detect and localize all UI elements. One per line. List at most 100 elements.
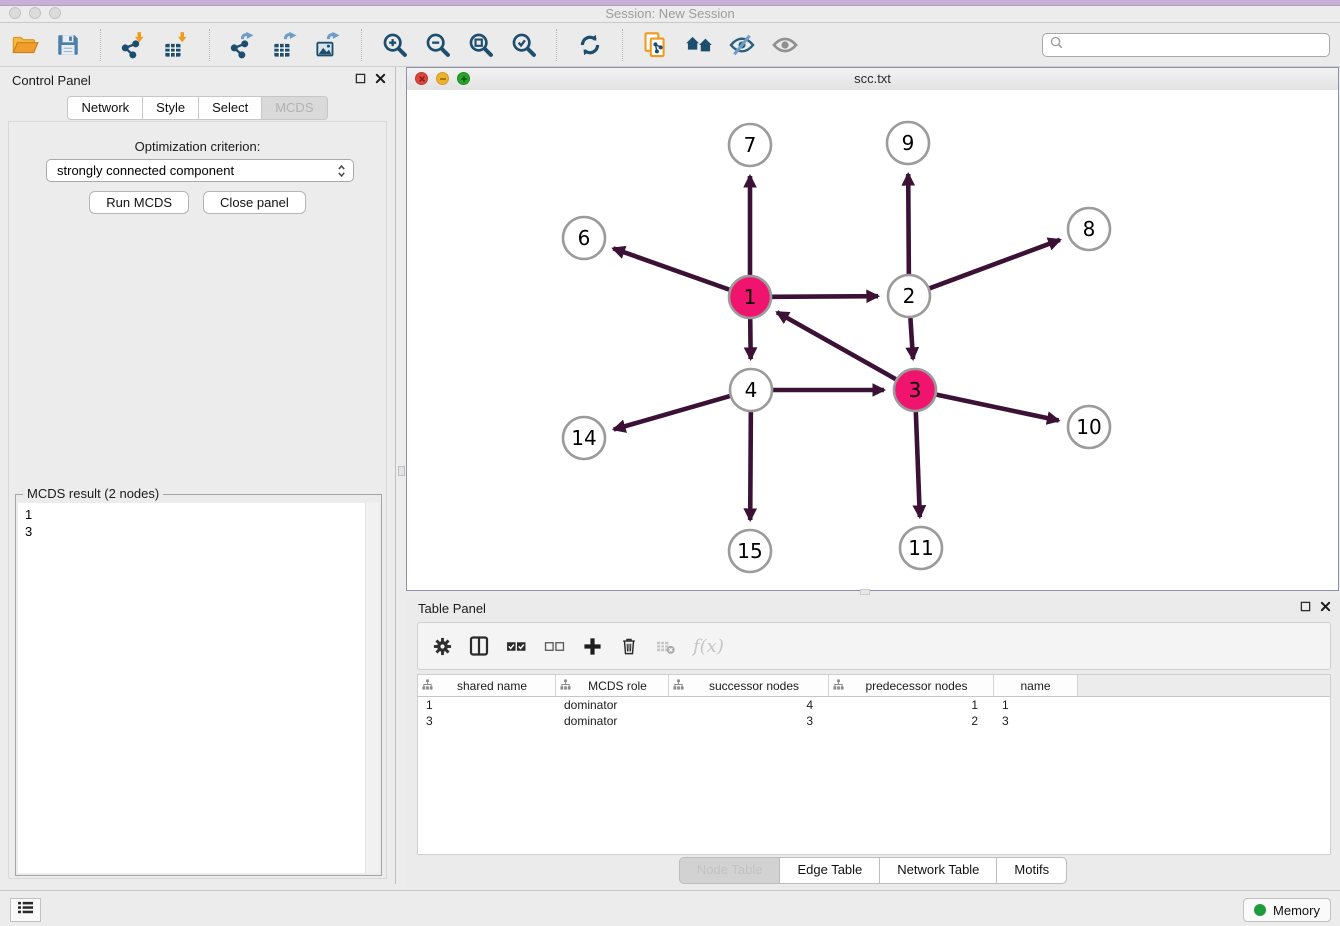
save-session-icon[interactable] [53, 29, 83, 61]
edge-1-2[interactable] [772, 296, 878, 297]
mcds-result-box: MCDS result (2 nodes) 13 [15, 494, 382, 876]
search-icon [1050, 36, 1063, 54]
table-panel: Table Panel f(x) shared nameMCDS rolesuc… [406, 595, 1340, 889]
close-panel-icon[interactable] [375, 73, 386, 84]
close-panel-button[interactable]: Close panel [203, 191, 306, 214]
tab-mcds[interactable]: MCDS [261, 96, 327, 120]
show-graphics-icon[interactable] [770, 29, 800, 61]
node-table: shared nameMCDS rolesuccessor nodesprede… [417, 674, 1331, 855]
toolbar-separator [100, 29, 102, 61]
column-tree-icon [422, 679, 433, 693]
table-cell: 1 [418, 697, 556, 713]
tab-network-table[interactable]: Network Table [879, 857, 997, 884]
main-toolbar [0, 23, 1340, 67]
zoom-fit-icon[interactable] [466, 29, 496, 61]
float-table-panel-icon[interactable] [1300, 601, 1311, 612]
edge-1-6[interactable] [613, 248, 729, 289]
hide-details-icon[interactable] [727, 29, 757, 61]
window-title: Session: New Session [0, 6, 1340, 22]
edge-4-14[interactable] [614, 396, 730, 429]
toolbar-separator [622, 29, 624, 61]
edge-2-9[interactable] [908, 174, 909, 274]
mcds-result-text[interactable]: 13 [18, 503, 379, 873]
table-cell: 2 [829, 713, 994, 729]
table-row[interactable]: 3dominator323 [418, 713, 1330, 729]
column-layout-icon[interactable] [469, 635, 489, 657]
zoom-out-icon[interactable] [423, 29, 453, 61]
open-file-icon[interactable] [10, 29, 40, 61]
network-canvas[interactable]: 1234678910111415 [407, 90, 1338, 590]
node-label-6: 6 [578, 226, 591, 250]
import-network-icon[interactable] [119, 29, 149, 61]
import-table-icon[interactable] [162, 29, 192, 61]
titlebar: Session: New Session [0, 0, 1340, 23]
splitter-handle-vertical[interactable] [398, 466, 405, 476]
memory-button[interactable]: Memory [1243, 898, 1331, 922]
column-header-name[interactable]: name [994, 675, 1078, 696]
criterion-select-value: strongly connected component [57, 163, 234, 178]
network-overview-icon[interactable] [684, 29, 714, 61]
column-header-predecessor-nodes[interactable]: predecessor nodes [829, 675, 994, 696]
result-line: 3 [25, 523, 379, 540]
toolbar-separator [556, 29, 558, 61]
node-label-15: 15 [737, 539, 762, 563]
table-cell: 3 [418, 713, 556, 729]
node-label-9: 9 [902, 131, 915, 155]
zoom-in-icon[interactable] [380, 29, 410, 61]
zoom-selected-icon[interactable] [509, 29, 539, 61]
tab-network[interactable]: Network [67, 96, 143, 120]
table-settings-icon[interactable] [432, 635, 452, 657]
network-view-window: scc.txt 1234678910111415 [406, 67, 1339, 591]
node-label-10: 10 [1076, 415, 1101, 439]
search-box[interactable] [1042, 33, 1330, 57]
table-cell: dominator [556, 713, 669, 729]
node-label-3: 3 [909, 378, 922, 402]
copy-network-icon[interactable] [641, 29, 671, 61]
search-input[interactable] [1068, 36, 1322, 53]
result-scrollbar[interactable] [365, 503, 379, 873]
column-header-MCDS-role[interactable]: MCDS role [556, 675, 669, 696]
table-row[interactable]: 1dominator411 [418, 697, 1330, 713]
select-all-icon[interactable] [506, 635, 527, 657]
table-cell: 3 [994, 713, 1078, 729]
node-label-1: 1 [744, 285, 757, 309]
column-header-successor-nodes[interactable]: successor nodes [669, 675, 829, 696]
node-label-4: 4 [745, 378, 758, 402]
edge-2-3[interactable] [910, 318, 913, 359]
status-bar: Memory [0, 890, 1340, 926]
export-table-icon[interactable] [271, 29, 301, 61]
edge-2-8[interactable] [930, 240, 1060, 289]
toolbar-separator [361, 29, 363, 61]
export-image-icon[interactable] [314, 29, 344, 61]
add-column-icon[interactable] [582, 635, 602, 657]
edge-3-11[interactable] [916, 412, 920, 517]
delete-column-icon[interactable] [619, 635, 639, 657]
tab-style[interactable]: Style [142, 96, 199, 120]
network-window-titlebar[interactable]: scc.txt [407, 68, 1338, 91]
criterion-select[interactable]: strongly connected component [46, 159, 354, 182]
tab-motifs[interactable]: Motifs [996, 857, 1067, 884]
edge-3-10[interactable] [937, 395, 1059, 421]
memory-status-icon [1254, 904, 1266, 916]
export-network-icon[interactable] [228, 29, 258, 61]
mcds-panel: Optimization criterion: strongly connect… [8, 121, 387, 879]
node-table-body: 1dominator4113dominator323 [418, 697, 1330, 729]
column-header-shared-name[interactable]: shared name [418, 675, 556, 696]
refresh-icon[interactable] [575, 29, 605, 61]
tab-edge-table[interactable]: Edge Table [779, 857, 880, 884]
float-panel-icon[interactable] [355, 73, 366, 84]
tab-select[interactable]: Select [198, 96, 262, 120]
edge-3-1[interactable] [777, 312, 896, 379]
tab-node-table[interactable]: Node Table [679, 857, 781, 884]
close-table-panel-icon[interactable] [1320, 601, 1331, 612]
cytoscape-app: Session: New Session Control Panel Netwo… [0, 0, 1340, 926]
column-tree-icon [673, 679, 684, 693]
run-mcds-button[interactable]: Run MCDS [89, 191, 189, 214]
task-history-button[interactable] [10, 898, 41, 922]
clear-selection-icon[interactable] [544, 635, 565, 657]
network-view-title: scc.txt [407, 68, 1338, 89]
delete-table-icon [656, 635, 676, 657]
edge-4-15[interactable] [750, 412, 751, 520]
graph-svg: 1234678910111415 [407, 90, 1338, 590]
table-toolbar: f(x) [417, 622, 1331, 670]
